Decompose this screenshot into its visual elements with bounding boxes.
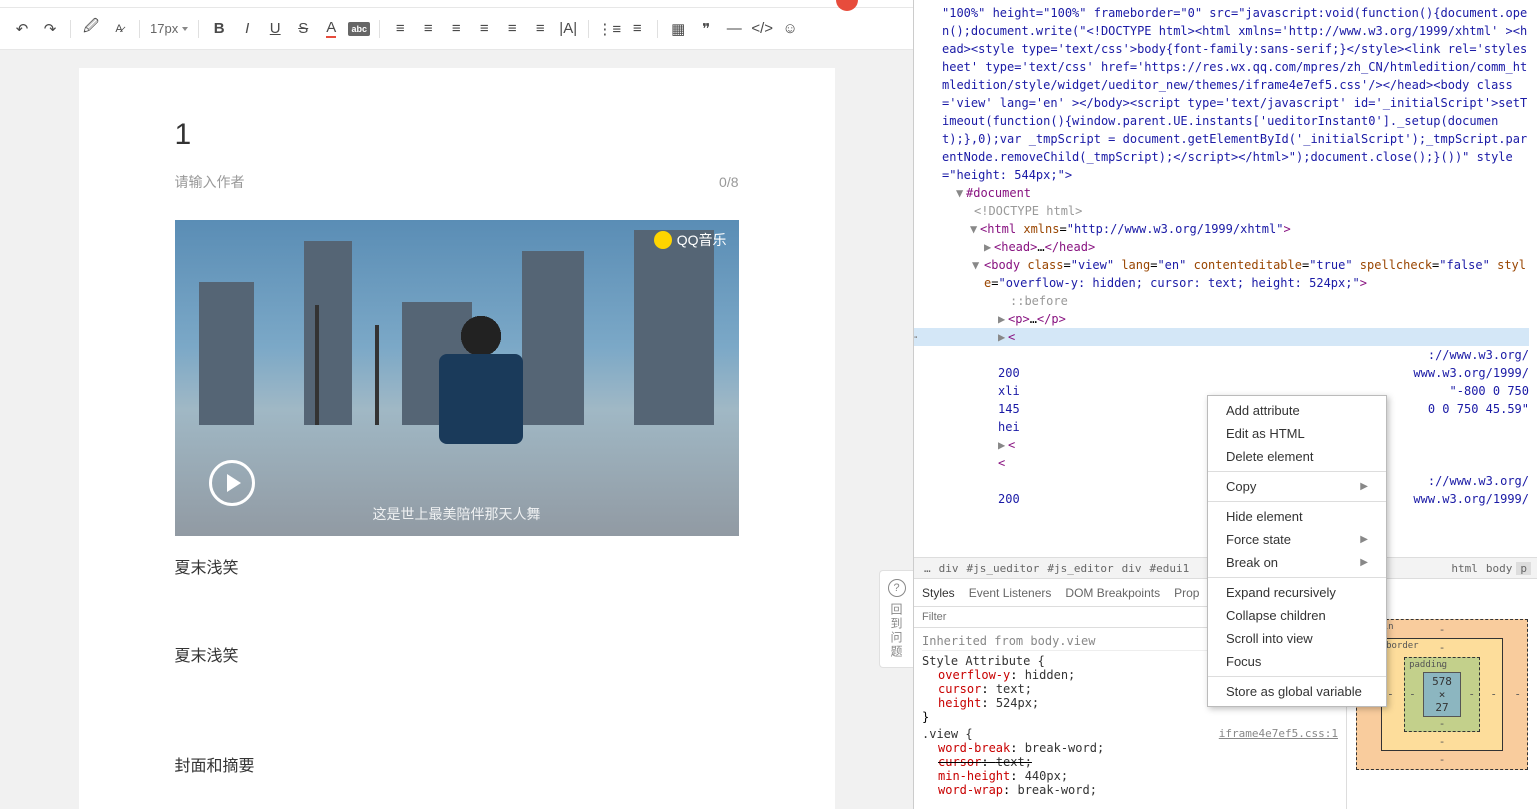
- breadcrumb-item[interactable]: html: [1447, 562, 1482, 575]
- number-list-button[interactable]: ≡: [623, 15, 651, 43]
- section-text-3[interactable]: 封面和摘要: [175, 752, 739, 776]
- divider-button[interactable]: —: [720, 15, 748, 43]
- context-menu-item[interactable]: Break on▶: [1208, 551, 1386, 574]
- indent-left-button[interactable]: ≡: [498, 15, 526, 43]
- title-char-count: 0/8: [719, 174, 738, 190]
- paint-format-button[interactable]: 🖉: [77, 15, 105, 43]
- breadcrumb-item-current[interactable]: p: [1516, 562, 1531, 575]
- context-menu-item[interactable]: Delete element: [1208, 445, 1386, 468]
- undo-button[interactable]: ↶: [8, 15, 36, 43]
- section-text-2[interactable]: 夏末浅笑: [175, 642, 739, 666]
- editor-pane: ↶ ↷ 🖉 A̷ 17px B I U S A abc ≡ ≡ ≡ ≡ ≡ ≡ …: [0, 0, 913, 809]
- text-color-button[interactable]: A: [317, 15, 345, 43]
- article-title[interactable]: 1: [175, 118, 739, 152]
- breadcrumb-item[interactable]: #js_editor: [1043, 562, 1117, 575]
- align-right-button[interactable]: ≡: [442, 15, 470, 43]
- breadcrumb-item[interactable]: div: [935, 562, 963, 575]
- line-height-button[interactable]: |A|: [554, 15, 582, 43]
- table-button[interactable]: ▦: [664, 15, 692, 43]
- styles-tab-event-listeners[interactable]: Event Listeners: [969, 582, 1052, 604]
- underline-button[interactable]: U: [261, 15, 289, 43]
- feedback-side-tab[interactable]: ? 回到问题: [879, 570, 913, 668]
- context-menu-item[interactable]: Scroll into view: [1208, 627, 1386, 650]
- document-node[interactable]: #document: [966, 186, 1031, 200]
- align-center-button[interactable]: ≡: [414, 15, 442, 43]
- css-property[interactable]: word-break: break-word;: [922, 741, 1338, 755]
- context-menu-item[interactable]: Focus: [1208, 650, 1386, 673]
- italic-button[interactable]: I: [233, 15, 261, 43]
- context-menu-item[interactable]: Expand recursively: [1208, 581, 1386, 604]
- iframe-attributes-text: "100%" height="100%" frameborder="0" src…: [942, 6, 1527, 182]
- fill-color-button[interactable]: abc: [345, 15, 373, 43]
- breadcrumb-item[interactable]: body: [1482, 562, 1517, 575]
- emoji-button[interactable]: ☺: [776, 15, 804, 43]
- context-menu-item[interactable]: Force state▶: [1208, 528, 1386, 551]
- context-menu-item[interactable]: Store as global variable: [1208, 680, 1386, 703]
- context-menu: Add attributeEdit as HTMLDelete element C…: [1207, 395, 1387, 707]
- css-property[interactable]: cursor: text;: [922, 755, 1338, 769]
- align-justify-button[interactable]: ≡: [470, 15, 498, 43]
- css-property[interactable]: word-wrap: break-word;: [922, 783, 1338, 797]
- font-size-selector[interactable]: 17px: [146, 21, 192, 36]
- abc-icon: abc: [348, 22, 370, 36]
- article-card: 1 请输入作者 0/8: [79, 68, 835, 809]
- editor-toolbar: ↶ ↷ 🖉 A̷ 17px B I U S A abc ≡ ≡ ≡ ≡ ≡ ≡ …: [0, 8, 913, 50]
- css-property[interactable]: min-height: 440px;: [922, 769, 1338, 783]
- styles-tab-properties[interactable]: Prop: [1174, 582, 1199, 604]
- indent-right-button[interactable]: ≡: [526, 15, 554, 43]
- breadcrumb-item[interactable]: #js_ueditor: [963, 562, 1044, 575]
- context-menu-item[interactable]: Collapse children: [1208, 604, 1386, 627]
- context-menu-item[interactable]: Add attribute: [1208, 399, 1386, 422]
- redo-button[interactable]: ↷: [36, 15, 64, 43]
- context-menu-item[interactable]: Hide element: [1208, 505, 1386, 528]
- stylesheet-link[interactable]: iframe4e7ef5.css:1: [1219, 727, 1338, 740]
- video-thumbnail[interactable]: QQ音乐 这是世上最美陪伴那天人舞: [175, 220, 739, 536]
- code-button[interactable]: </>: [748, 15, 776, 43]
- ellipsis-icon: ⋯: [914, 328, 917, 346]
- align-left-button[interactable]: ≡: [386, 15, 414, 43]
- breadcrumb-item[interactable]: div: [1118, 562, 1146, 575]
- context-menu-item[interactable]: Edit as HTML: [1208, 422, 1386, 445]
- context-menu-item[interactable]: Copy▶: [1208, 475, 1386, 498]
- selected-dom-node[interactable]: ⋯ ▶<: [914, 328, 1529, 346]
- qq-music-icon: [654, 231, 672, 249]
- strikethrough-button[interactable]: S: [289, 15, 317, 43]
- qq-music-logo: QQ音乐: [654, 230, 727, 250]
- quote-button[interactable]: ❞: [692, 15, 720, 43]
- bold-button[interactable]: B: [205, 15, 233, 43]
- breadcrumb-more[interactable]: …: [920, 562, 935, 575]
- doctype-node[interactable]: <!DOCTYPE html>: [974, 204, 1082, 218]
- author-input-placeholder[interactable]: 请输入作者: [175, 172, 245, 192]
- styles-tab-dom-breakpoints[interactable]: DOM Breakpoints: [1065, 582, 1160, 604]
- question-icon: ?: [888, 579, 906, 597]
- play-button-icon[interactable]: [209, 460, 255, 506]
- editor-content-area: 1 请输入作者 0/8: [0, 50, 913, 809]
- section-text-1[interactable]: 夏末浅笑: [175, 554, 739, 578]
- breadcrumb-item[interactable]: #edui1: [1145, 562, 1193, 575]
- box-model-content-size: 578 × 27: [1423, 672, 1461, 717]
- top-bar: [0, 0, 913, 8]
- clear-format-button[interactable]: A̷: [105, 15, 133, 43]
- bullet-list-button[interactable]: ⋮≡: [595, 15, 623, 43]
- video-subtitle: 这是世上最美陪伴那天人舞: [373, 504, 541, 524]
- before-pseudo[interactable]: ::before: [1010, 294, 1068, 308]
- styles-tab-styles[interactable]: Styles: [922, 582, 955, 604]
